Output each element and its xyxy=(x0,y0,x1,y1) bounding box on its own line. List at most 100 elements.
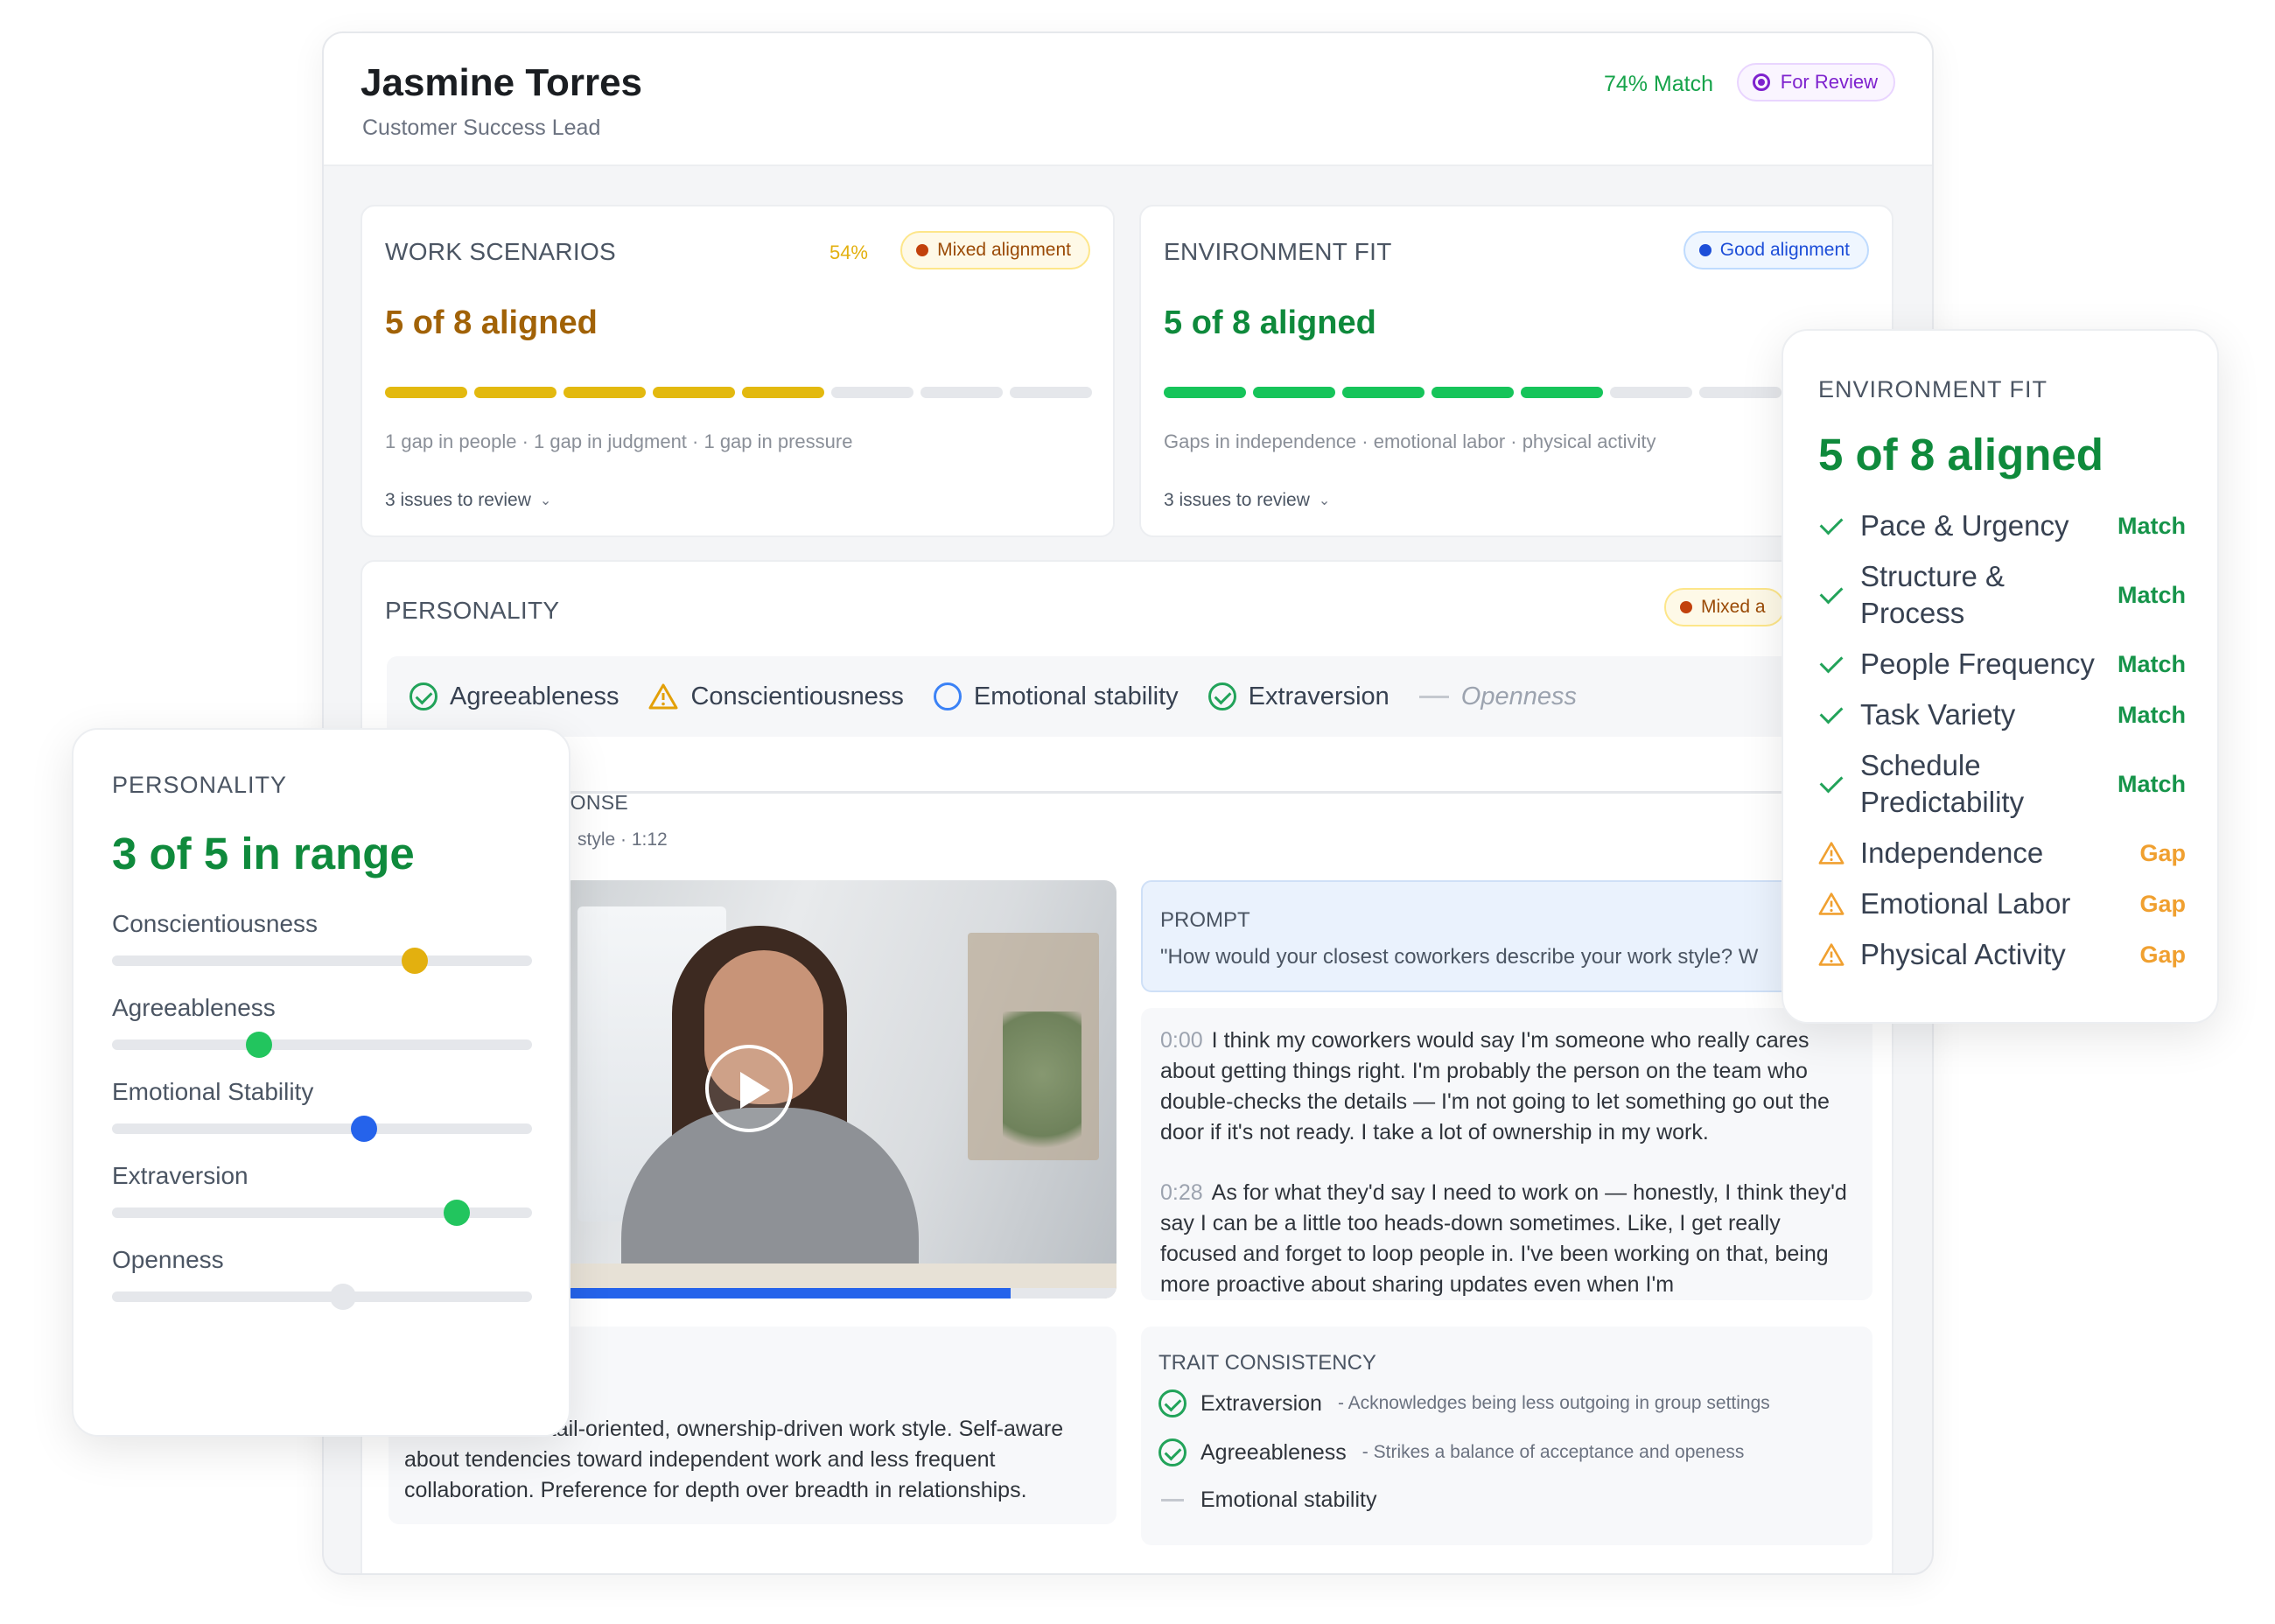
environment-card-title: ENVIRONMENT FIT xyxy=(1818,376,2048,402)
fit-row-label: Task Variety xyxy=(1860,698,2016,731)
background-plant xyxy=(1003,1012,1082,1169)
fit-row-label: Independence xyxy=(1860,836,2044,869)
issues-label: 3 issues to review xyxy=(1164,490,1310,510)
slider-knob[interactable] xyxy=(246,1032,272,1058)
check-icon xyxy=(1818,511,1844,536)
slider-knob[interactable] xyxy=(401,948,428,974)
chevron-down-icon: ⌄ xyxy=(539,494,552,508)
warning-icon xyxy=(1818,842,1844,864)
trait-label: Agreeableness xyxy=(450,682,620,710)
work-scenarios-gaps: 1 gap in people · 1 gap in judgment · 1 … xyxy=(385,430,853,452)
chevron-down-icon: ⌄ xyxy=(1318,494,1331,508)
trait-consistency-title: TRAIT CONSISTENCY xyxy=(1158,1351,1376,1375)
status-dot-icon xyxy=(1698,244,1712,256)
prompt-title: PROMPT xyxy=(1160,908,1250,932)
transcript-segment: 0:00 I think my coworkers would say I'm s… xyxy=(1160,1026,1853,1148)
slider-extraversion[interactable] xyxy=(112,1200,532,1226)
trait-extraversion[interactable]: Extraversion xyxy=(1208,682,1390,711)
trait-label: Emotional stability xyxy=(973,682,1179,710)
progress-segment xyxy=(1164,387,1246,398)
personality-card-count: 3 of 5 in range xyxy=(112,829,415,878)
environment-fit-issues-toggle[interactable]: 3 issues to review ⌄ xyxy=(1164,490,1330,511)
progress-segment xyxy=(1253,387,1335,398)
fit-row-status: Gap xyxy=(2139,839,2186,866)
consistency-trait-name: Emotional stability xyxy=(1200,1488,1377,1512)
mixed-alignment-label: Mixed alignment xyxy=(937,240,1071,260)
trait-openness[interactable]: Openness xyxy=(1418,682,1577,711)
check-circle-icon xyxy=(410,682,438,710)
progress-segment xyxy=(1342,387,1424,398)
consistency-trait-name: Extraversion xyxy=(1200,1390,1322,1416)
environment-card-count: 5 of 8 aligned xyxy=(1818,430,2104,480)
fit-row-label: People Frequency xyxy=(1860,648,2095,680)
slider-knob[interactable] xyxy=(330,1284,356,1310)
play-icon[interactable] xyxy=(705,1045,793,1132)
slider-knob[interactable] xyxy=(443,1200,470,1226)
video-progress-bar[interactable] xyxy=(560,1288,1116,1298)
trait-label: Extraversion xyxy=(1248,682,1390,710)
transcript-text: As for what they'd say I need to work on… xyxy=(1160,1180,1847,1297)
slider-conscientiousness[interactable] xyxy=(112,948,532,974)
slider-label-openness: Openness xyxy=(112,1246,224,1273)
progress-segment xyxy=(1432,387,1514,398)
target-icon xyxy=(1752,74,1770,91)
progress-segment xyxy=(831,387,914,398)
slider-emotional-stability[interactable] xyxy=(112,1116,532,1142)
personality-title: PERSONALITY xyxy=(385,597,560,624)
prompt-box: PROMPT "How would your closest coworkers… xyxy=(1141,880,1806,992)
fit-row-label: Emotional Labor xyxy=(1860,887,2071,920)
fit-row-structure-process: Structure & Process Match xyxy=(1818,558,2186,632)
transcript-timestamp[interactable]: 0:00 xyxy=(1160,1028,1203,1053)
work-scenarios-title: WORK SCENARIOS xyxy=(385,238,617,265)
check-icon xyxy=(1818,700,1844,724)
progress-segment xyxy=(564,387,646,398)
trait-emotional-stability[interactable]: Emotional stability xyxy=(933,682,1179,711)
review-status-label: For Review xyxy=(1780,71,1878,93)
progress-segment xyxy=(1699,387,1782,398)
fit-row-schedule-predictability: Schedule Predictability Match xyxy=(1818,747,2186,821)
review-status-badge[interactable]: For Review xyxy=(1736,63,1895,102)
check-icon xyxy=(1818,769,1844,794)
fit-row-status: Gap xyxy=(2139,890,2186,917)
response-video-player[interactable] xyxy=(560,880,1116,1298)
transcript-timestamp[interactable]: 0:28 xyxy=(1160,1180,1203,1205)
good-alignment-label: Good alignment xyxy=(1719,240,1850,260)
warning-icon xyxy=(1818,943,1844,966)
fit-row-status: Match xyxy=(2117,581,2186,608)
issues-label: 3 issues to review xyxy=(385,490,531,510)
progress-segment xyxy=(742,387,824,398)
fit-row-status: Match xyxy=(2117,512,2186,539)
fit-row-label: Schedule Predictability xyxy=(1860,749,2025,818)
slider-label-emotional-stability: Emotional Stability xyxy=(112,1078,314,1105)
fit-row-task-variety: Task Variety Match xyxy=(1818,696,2186,733)
personality-trait-strip: Agreeableness Conscientiousness Emotiona… xyxy=(387,656,1892,737)
progress-segment xyxy=(653,387,735,398)
fit-row-status: Match xyxy=(2117,650,2186,677)
fit-row-physical-activity: Physical Activity Gap xyxy=(1818,936,2186,973)
progress-segment xyxy=(1010,387,1092,398)
fit-row-status: Match xyxy=(2117,770,2186,797)
consistency-row-agreeableness: Agreeableness - Strikes a balance of acc… xyxy=(1158,1438,1744,1466)
video-progress-fill xyxy=(560,1288,1012,1298)
slider-openness[interactable] xyxy=(112,1284,532,1310)
environment-fit-detail-card: ENVIRONMENT FIT 5 of 8 aligned Pace & Ur… xyxy=(1782,329,2219,1024)
trait-agreeableness[interactable]: Agreeableness xyxy=(410,682,619,711)
progress-segment xyxy=(1521,387,1603,398)
check-icon xyxy=(1818,580,1844,605)
fit-row-people-frequency: People Frequency Match xyxy=(1818,646,2186,682)
slider-agreeableness[interactable] xyxy=(112,1032,532,1058)
transcript-panel[interactable]: 0:00 I think my coworkers would say I'm s… xyxy=(1141,1008,1872,1300)
dash-icon xyxy=(1161,1499,1184,1502)
prompt-text: "How would your closest coworkers descri… xyxy=(1160,945,1759,969)
environment-fit-title: ENVIRONMENT FIT xyxy=(1164,238,1392,265)
progress-segment xyxy=(1610,387,1692,398)
slider-knob[interactable] xyxy=(351,1116,377,1142)
trait-conscientiousness[interactable]: Conscientiousness xyxy=(648,682,904,711)
slider-label-agreeableness: Agreeableness xyxy=(112,994,276,1021)
candidate-header: Jasmine Torres Customer Success Lead 74%… xyxy=(324,33,1932,166)
fit-row-label: Physical Activity xyxy=(1860,938,2066,970)
slider-label-extraversion: Extraversion xyxy=(112,1162,248,1189)
check-circle-icon xyxy=(1158,1438,1186,1466)
fit-row-label: Structure & Process xyxy=(1860,560,2006,629)
work-scenarios-issues-toggle[interactable]: 3 issues to review ⌄ xyxy=(385,490,551,511)
